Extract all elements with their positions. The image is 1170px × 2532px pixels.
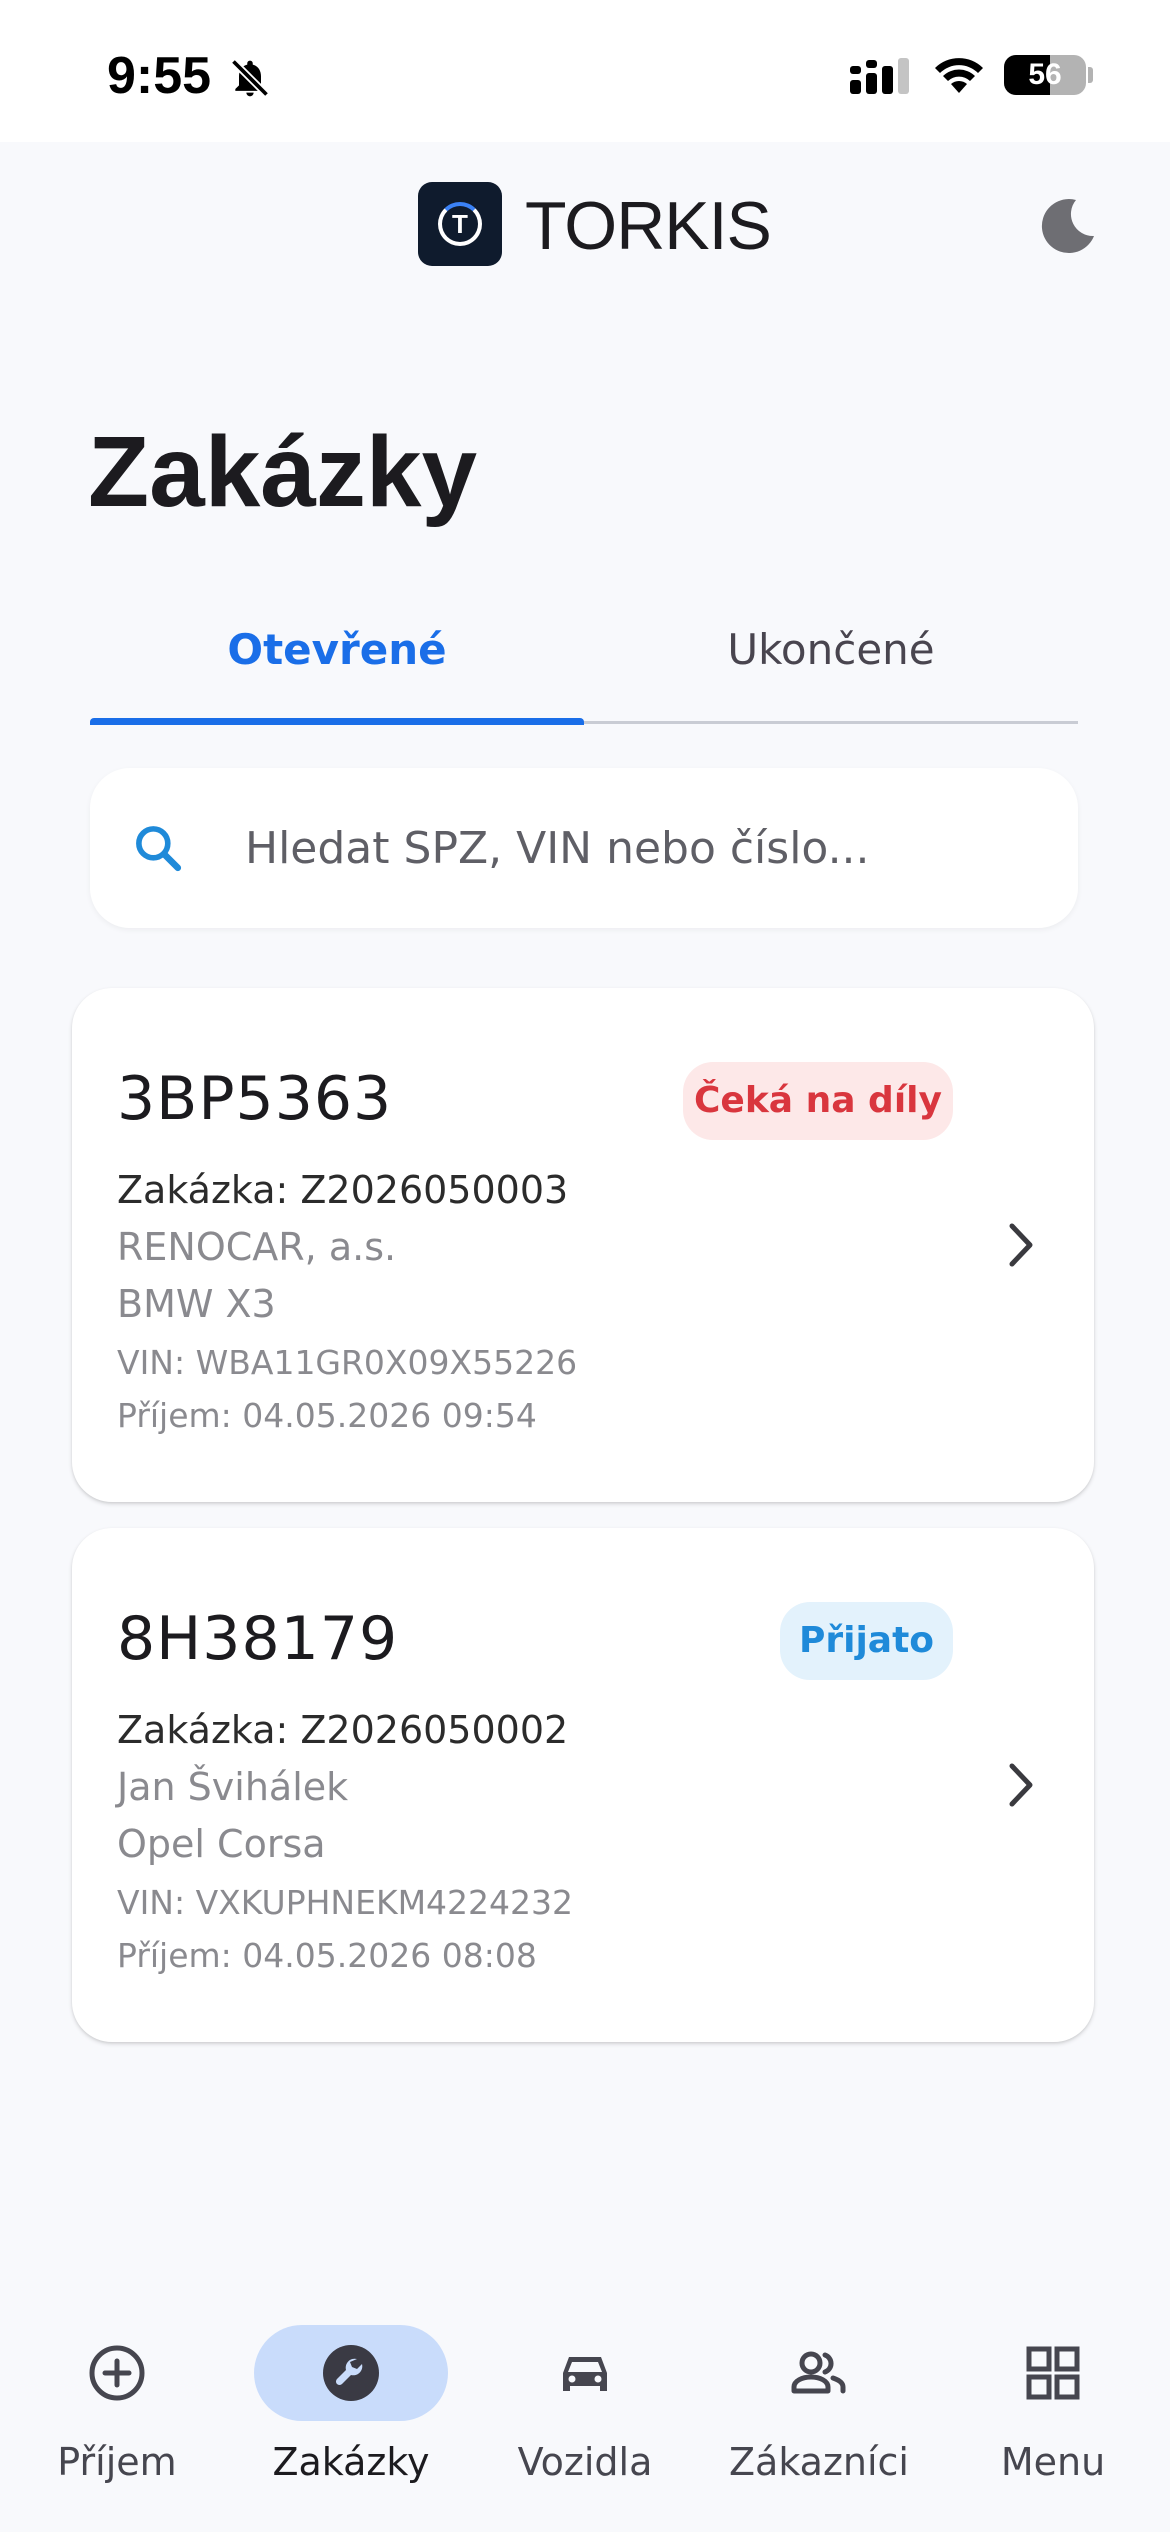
nav-label: Vozidla bbox=[517, 2440, 653, 2484]
license-plate: 3BP5363 bbox=[117, 1064, 393, 1134]
status-badge: Čeká na díly bbox=[683, 1062, 953, 1140]
nav-label: Příjem bbox=[57, 2440, 177, 2484]
order-number: Zakázka: Z2026050003 bbox=[117, 1168, 569, 1212]
add-circle-icon bbox=[87, 2343, 147, 2403]
nav-label: Menu bbox=[1000, 2440, 1106, 2484]
cellular-signal-icon bbox=[850, 58, 912, 100]
app-logo: T bbox=[418, 182, 502, 266]
vehicle-model: Opel Corsa bbox=[117, 1822, 326, 1866]
brand-name: TORKIS bbox=[525, 188, 772, 264]
nav-item-zakazky[interactable]: Zakázky bbox=[234, 2285, 468, 2485]
battery-percent: 56 bbox=[1028, 58, 1062, 91]
nav-item-menu[interactable]: Menu bbox=[936, 2285, 1170, 2485]
grid-icon bbox=[1023, 2343, 1083, 2403]
moon-icon[interactable] bbox=[1036, 194, 1100, 258]
people-icon bbox=[789, 2343, 849, 2403]
page-title: Zakázky bbox=[88, 416, 478, 528]
order-card[interactable]: 8H38179 Přijato Zakázka: Z2026050002 Jan… bbox=[72, 1528, 1094, 2042]
nav-item-vozidla[interactable]: Vozidla bbox=[468, 2285, 702, 2485]
received-date: Příjem: 04.05.2026 09:54 bbox=[117, 1396, 537, 1435]
chevron-right-icon bbox=[1002, 1760, 1042, 1810]
status-bar: 9:55 56 bbox=[0, 0, 1170, 142]
status-badge: Přijato bbox=[780, 1602, 953, 1680]
order-card[interactable]: 3BP5363 Čeká na díly Zakázka: Z202605000… bbox=[72, 988, 1094, 1502]
wifi-icon bbox=[933, 55, 985, 99]
license-plate: 8H38179 bbox=[117, 1604, 399, 1674]
app-screen: 9:55 56 T TORKIS Zakázky Otevřené Ukonče… bbox=[0, 0, 1170, 2532]
bell-muted-icon bbox=[228, 56, 272, 104]
order-number: Zakázka: Z2026050002 bbox=[117, 1708, 569, 1752]
bottom-navigation: Příjem Zakázky Vozidla Zákazníci Menu bbox=[0, 2285, 1170, 2532]
chevron-right-icon bbox=[1002, 1220, 1042, 1270]
nav-label: Zákazníci bbox=[729, 2440, 909, 2484]
received-date: Příjem: 04.05.2026 08:08 bbox=[117, 1936, 537, 1975]
vin: VIN: VXKUPHNEKM4224232 bbox=[117, 1883, 574, 1922]
wrench-icon bbox=[321, 2343, 381, 2403]
search-input[interactable] bbox=[245, 808, 1025, 888]
app-header: T TORKIS bbox=[0, 142, 1170, 302]
vin: VIN: WBA11GR0X09X55226 bbox=[117, 1343, 578, 1382]
tab-closed[interactable]: Ukončené bbox=[584, 605, 1078, 721]
status-time: 9:55 bbox=[107, 47, 212, 105]
battery-icon: 56 bbox=[1004, 55, 1086, 95]
customer-name: RENOCAR, a.s. bbox=[117, 1225, 397, 1269]
battery-nub bbox=[1088, 67, 1093, 83]
nav-item-zakaznici[interactable]: Zákazníci bbox=[702, 2285, 936, 2485]
nav-item-prijem[interactable]: Příjem bbox=[0, 2285, 234, 2485]
tab-active-indicator bbox=[90, 718, 584, 725]
search-bar[interactable] bbox=[90, 768, 1078, 928]
search-icon bbox=[130, 820, 186, 880]
vehicle-model: BMW X3 bbox=[117, 1282, 276, 1326]
tab-open[interactable]: Otevřené bbox=[90, 605, 584, 721]
car-icon bbox=[555, 2343, 615, 2403]
tab-bar: Otevřené Ukončené bbox=[90, 605, 1078, 725]
customer-name: Jan Švihálek bbox=[117, 1765, 349, 1809]
logo-letter: T bbox=[452, 209, 468, 239]
nav-label: Zakázky bbox=[272, 2440, 430, 2484]
